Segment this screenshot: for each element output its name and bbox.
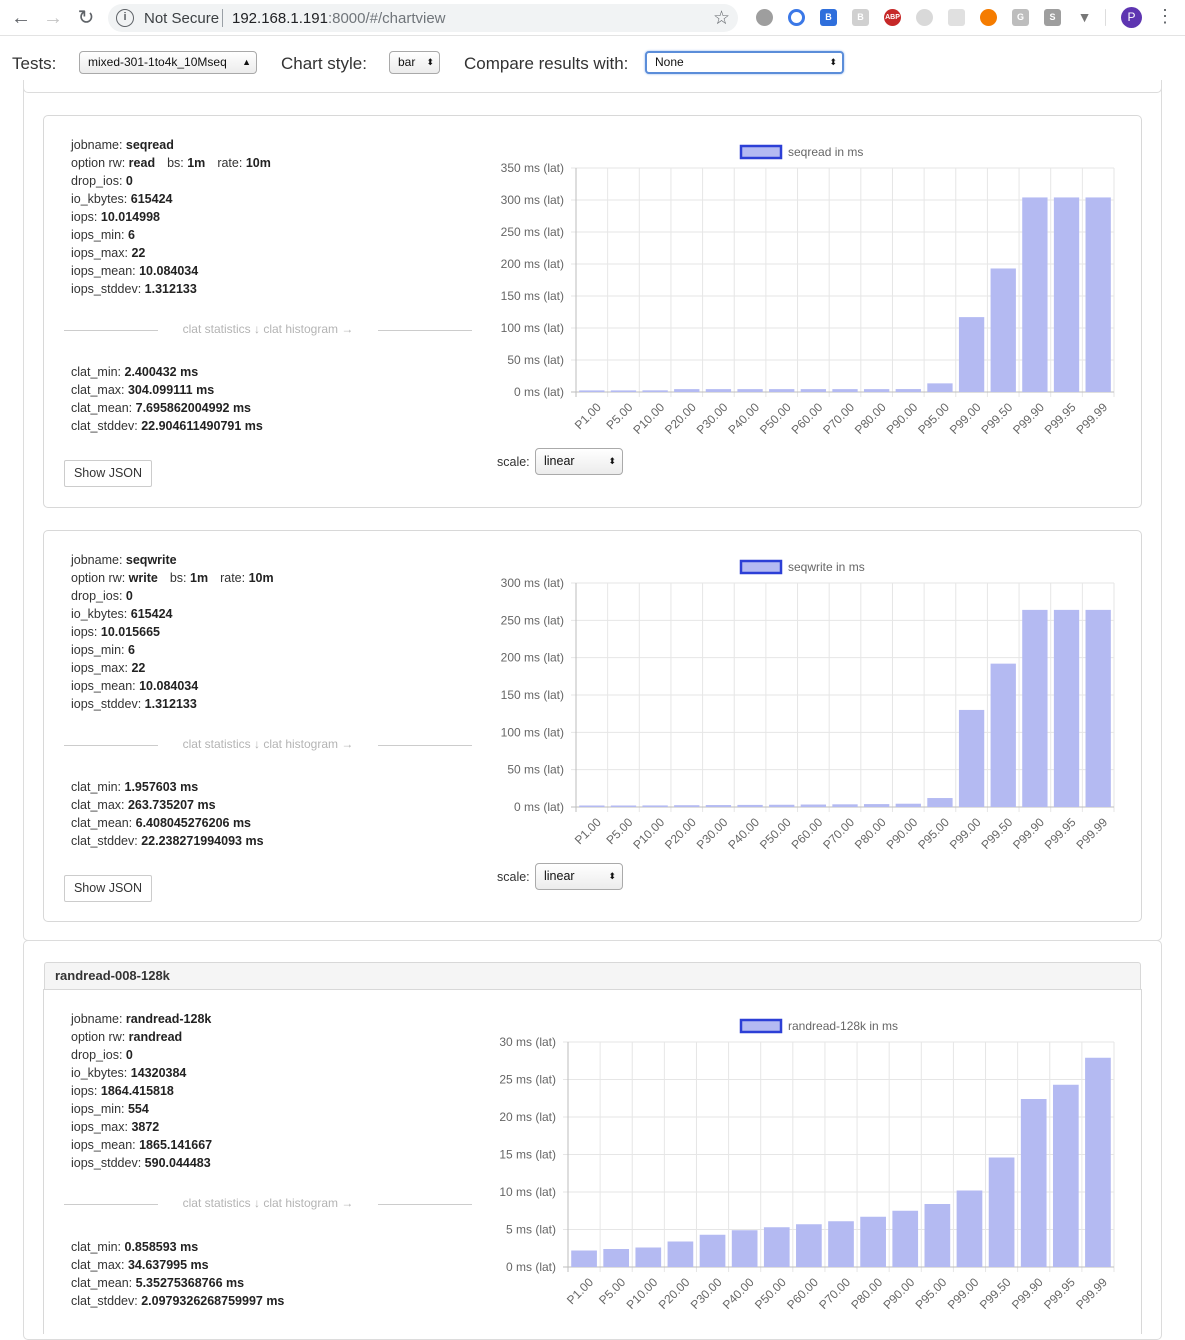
- x-tick-label: P99.95: [1041, 1275, 1078, 1312]
- x-tick-label: P99.90: [1009, 1275, 1046, 1312]
- histogram-bar[interactable]: [603, 1249, 630, 1267]
- x-tick-label: P60.00: [784, 1275, 821, 1312]
- histogram-bar[interactable]: [699, 1234, 726, 1267]
- x-tick-label: P99.99: [1073, 1275, 1110, 1312]
- histogram-bar[interactable]: [796, 1224, 822, 1267]
- x-tick-label: P99.00: [945, 1275, 982, 1312]
- x-tick-label: P1.00: [564, 1275, 596, 1307]
- histogram-bar[interactable]: [956, 1190, 983, 1268]
- x-tick-label: P40.00: [720, 1275, 757, 1312]
- histogram-bar[interactable]: [763, 1227, 790, 1267]
- y-tick-label: 10 ms (lat): [499, 1185, 556, 1199]
- y-tick-label: 25 ms (lat): [499, 1073, 556, 1087]
- histogram-chart-randread-128k: 0 ms (lat) 5 ms (lat) 10 ms (lat) 15 ms (la…: [499, 1018, 1115, 1312]
- y-tick-label: 20 ms (lat): [499, 1110, 556, 1124]
- histogram-bar[interactable]: [1020, 1099, 1047, 1267]
- x-tick-label: P30.00: [688, 1275, 725, 1312]
- histogram-bar[interactable]: [924, 1204, 951, 1267]
- histogram-bar[interactable]: [1085, 1057, 1111, 1267]
- histogram-bar[interactable]: [667, 1241, 694, 1268]
- x-tick-label: P20.00: [656, 1275, 693, 1312]
- histogram-bar[interactable]: [635, 1247, 662, 1268]
- x-tick-label: P70.00: [816, 1275, 853, 1312]
- histogram-bar[interactable]: [731, 1230, 758, 1267]
- histogram-bar[interactable]: [892, 1210, 919, 1267]
- x-tick-label: P10.00: [624, 1275, 661, 1312]
- histogram-bar[interactable]: [860, 1216, 886, 1267]
- legend-swatch[interactable]: [739, 1018, 783, 1034]
- y-tick-label: 0 ms (lat): [506, 1260, 556, 1274]
- x-tick-label: P99.50: [977, 1275, 1014, 1312]
- histogram-bar[interactable]: [828, 1221, 854, 1267]
- y-tick-label: 5 ms (lat): [506, 1223, 556, 1237]
- x-tick-label: P80.00: [848, 1275, 885, 1312]
- y-tick-label: 15 ms (lat): [499, 1148, 556, 1162]
- x-tick-label: P90.00: [880, 1275, 917, 1312]
- x-tick-label: P50.00: [752, 1275, 789, 1312]
- histogram-bar[interactable]: [988, 1157, 1015, 1268]
- histogram-bar[interactable]: [571, 1250, 597, 1268]
- legend-label: randread-128k in ms: [788, 1019, 898, 1033]
- y-tick-label: 30 ms (lat): [499, 1035, 556, 1049]
- x-tick-label: P95.00: [913, 1275, 950, 1312]
- histogram-bar[interactable]: [1052, 1084, 1079, 1267]
